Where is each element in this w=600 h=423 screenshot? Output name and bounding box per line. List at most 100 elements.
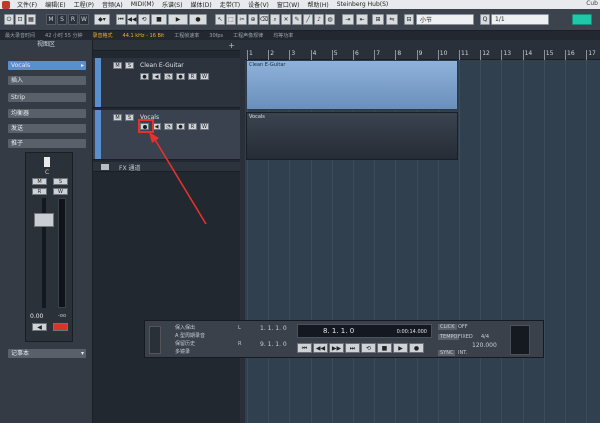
menu-edit[interactable]: 编辑(E) bbox=[41, 0, 69, 9]
track-write-button[interactable]: W bbox=[200, 123, 209, 130]
track-clean-e-guitar[interactable]: M S Clean E-Guitar ● ◀ ◔ ● R W bbox=[93, 58, 240, 108]
record-icon[interactable]: ● bbox=[189, 14, 207, 25]
track-read-button[interactable]: R bbox=[188, 123, 197, 130]
record-enable-icon[interactable] bbox=[53, 323, 68, 331]
go-to-end-icon[interactable]: ⏭ bbox=[345, 343, 360, 353]
arrange-window[interactable]: 1 2 3 4 5 6 7 8 9 10 11 12 13 14 15 16 17 Clean E-Guitar… bbox=[245, 40, 600, 423]
click-button[interactable]: CLICK bbox=[438, 324, 457, 330]
rewind-icon[interactable]: ◀◀ bbox=[313, 343, 328, 353]
line-tool-icon[interactable]: ╱ bbox=[303, 14, 313, 25]
stop-icon[interactable]: ■ bbox=[151, 14, 167, 25]
track-mute-button[interactable]: M bbox=[113, 114, 122, 121]
monitor-icon[interactable]: ◀ bbox=[32, 323, 47, 331]
fast-forward-icon[interactable]: ▶▶ bbox=[329, 343, 344, 353]
activate-project-button[interactable]: ⏻ bbox=[4, 14, 14, 25]
audio-event-clean-e-guitar[interactable]: Clean E-Guitar bbox=[246, 60, 458, 110]
toolbar-write-button[interactable]: W bbox=[79, 14, 89, 25]
volume-fader-handle[interactable] bbox=[34, 213, 54, 227]
go-to-start-icon[interactable]: ⏮ bbox=[297, 343, 312, 353]
frame-rate-value[interactable]: 30fps bbox=[204, 33, 228, 39]
play-icon[interactable]: ▶ bbox=[168, 14, 188, 25]
pan-knob[interactable] bbox=[44, 157, 50, 167]
record-icon[interactable]: ● bbox=[409, 343, 424, 353]
track-solo-button[interactable]: S bbox=[125, 114, 134, 121]
inspector-fader[interactable]: 推子 bbox=[8, 139, 86, 148]
track-mute-button[interactable]: M bbox=[113, 62, 122, 69]
strip-write-button[interactable]: W bbox=[53, 188, 68, 195]
colorize-button[interactable] bbox=[572, 14, 592, 25]
add-track-button[interactable]: + bbox=[228, 41, 235, 50]
lock-button[interactable]: ● bbox=[176, 73, 185, 80]
monitor-button[interactable]: ◀ bbox=[152, 73, 161, 80]
inspector-notepad[interactable]: 记事本 ▾ bbox=[8, 349, 86, 358]
glue-tool-icon[interactable]: ⊕ bbox=[248, 14, 258, 25]
timebase-button[interactable]: ◔ bbox=[164, 73, 173, 80]
play-tool-icon[interactable]: ♪ bbox=[314, 14, 324, 25]
track-vocals[interactable]: M S Vocals ◀ ◔ ● R W bbox=[93, 110, 240, 160]
color-tool-icon[interactable]: ◍ bbox=[325, 14, 335, 25]
object-selection-tool-icon[interactable]: ↖ bbox=[215, 14, 225, 25]
track-name[interactable]: Clean E-Guitar bbox=[140, 62, 184, 69]
inspector-sends[interactable]: 发送 bbox=[8, 124, 86, 133]
snap-type-icon[interactable]: ⊞ bbox=[372, 14, 384, 25]
range-selection-tool-icon[interactable]: ⬚ bbox=[226, 14, 236, 25]
menu-project[interactable]: 工程(P) bbox=[70, 0, 98, 9]
tempo-value[interactable]: 120.000 bbox=[472, 342, 497, 349]
keep-history-label[interactable]: 保留历史 bbox=[175, 340, 195, 347]
record-format-value[interactable]: 44.1 kHz - 16 Bit bbox=[118, 33, 170, 39]
toolbar-solo-button[interactable]: S bbox=[57, 14, 67, 25]
position-display[interactable]: 8. 1. 1. 0 0:00:14.000 bbox=[297, 324, 432, 338]
menu-midi[interactable]: MIDI(M) bbox=[127, 1, 158, 8]
menu-media[interactable]: 媒体(D) bbox=[186, 0, 215, 9]
menu-window[interactable]: 窗口(W) bbox=[273, 0, 304, 9]
menu-steinberg-hub[interactable]: Steinberg Hub(S) bbox=[333, 1, 393, 8]
inspector-strip[interactable]: Strip bbox=[8, 93, 86, 102]
tempo-track-button[interactable]: TEMPO bbox=[438, 334, 460, 340]
fx-channel-folder[interactable]: FX 通道 bbox=[93, 162, 240, 172]
cycle-record-mode-label[interactable]: A 型周期录音 bbox=[175, 332, 205, 339]
constrain-delay-button[interactable]: ⊡ bbox=[15, 14, 25, 25]
strip-read-button[interactable]: R bbox=[32, 188, 47, 195]
volume-value[interactable]: 0.00 bbox=[30, 313, 43, 320]
cycle-icon[interactable]: ⟲ bbox=[138, 14, 150, 25]
snap-icon[interactable]: ⊟ bbox=[404, 14, 414, 25]
menu-file[interactable]: 文件(F) bbox=[13, 0, 41, 9]
grid-type-select[interactable]: 小节 bbox=[416, 14, 474, 25]
punch-mode-label[interactable]: 保入保出 bbox=[175, 324, 195, 331]
draw-tool-icon[interactable]: ✎ bbox=[292, 14, 302, 25]
snap-on-off-icon[interactable]: ⇋ bbox=[386, 14, 398, 25]
rewind-icon[interactable]: ◀◀ bbox=[127, 14, 137, 25]
menu-score[interactable]: 乐谱(S) bbox=[158, 0, 187, 9]
menu-help[interactable]: 帮助(H) bbox=[304, 0, 333, 9]
quantize-icon[interactable]: Q bbox=[480, 14, 490, 25]
lock-button[interactable]: ● bbox=[176, 123, 185, 130]
track-solo-button[interactable]: S bbox=[125, 62, 134, 69]
quantize-preset-select[interactable]: 1/1 bbox=[491, 14, 549, 25]
window-layout-button[interactable]: ▦ bbox=[26, 14, 36, 25]
menu-transport[interactable]: 走带(T) bbox=[216, 0, 244, 9]
mute-tool-icon[interactable]: ✕ bbox=[281, 14, 291, 25]
toolbar-mute-button[interactable]: M bbox=[46, 14, 56, 25]
autoscroll-icon[interactable]: ⇥ bbox=[342, 14, 354, 25]
strip-solo-button[interactable]: S bbox=[53, 178, 68, 185]
zoom-tool-icon[interactable]: ⌕ bbox=[270, 14, 280, 25]
menu-audio[interactable]: 音频(A) bbox=[98, 0, 127, 9]
right-locator-value[interactable]: 9. 1. 1. 0 bbox=[260, 341, 287, 348]
audio-event-vocals[interactable]: Vocals bbox=[246, 112, 458, 160]
sync-button[interactable]: SYNC bbox=[438, 350, 456, 356]
lane-record-label[interactable]: 多镜录 bbox=[175, 348, 190, 355]
go-to-start-icon[interactable]: ⏮ bbox=[116, 14, 126, 25]
left-locator-value[interactable]: 1. 1. 1. 0 bbox=[260, 325, 287, 332]
record-enable-button[interactable]: ● bbox=[140, 73, 149, 80]
cycle-icon[interactable]: ⟲ bbox=[361, 343, 376, 353]
time-signature[interactable]: 4/4 bbox=[481, 334, 489, 340]
split-tool-icon[interactable]: ✂ bbox=[237, 14, 247, 25]
toolbar-read-button[interactable]: R bbox=[68, 14, 78, 25]
timeline-ruler[interactable]: 1 2 3 4 5 6 7 8 9 10 11 12 13 14 15 16 17 bbox=[245, 40, 600, 60]
pan-law-value[interactable]: 均等功率 bbox=[268, 32, 298, 39]
track-write-button[interactable]: W bbox=[200, 73, 209, 80]
strip-mute-button[interactable]: M bbox=[32, 178, 47, 185]
suspend-autoscroll-icon[interactable]: ⇤ bbox=[356, 14, 368, 25]
stop-icon[interactable]: ■ bbox=[377, 343, 392, 353]
menu-devices[interactable]: 设备(V) bbox=[244, 0, 273, 9]
